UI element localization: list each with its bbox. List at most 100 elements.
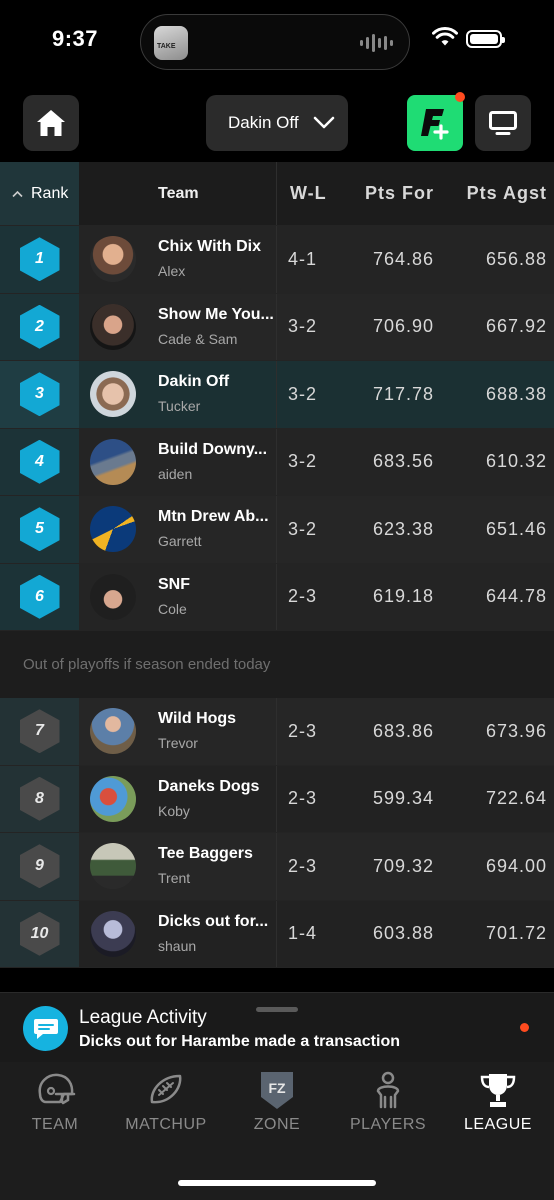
- home-icon: [37, 110, 65, 136]
- points-for: 717.78: [372, 383, 434, 404]
- avatar: [90, 371, 136, 418]
- table-row[interactable]: 7 Wild Hogs Trevor 2-3 683.86 673.96: [0, 698, 554, 766]
- column-divider: [276, 698, 277, 765]
- points-against: 651.46: [485, 518, 547, 539]
- tab-zone-label: ZONE: [253, 1116, 301, 1133]
- table-header: Rank Team W-L Pts For Pts Agst: [0, 162, 554, 226]
- tab-league[interactable]: LEAGUE: [443, 1070, 553, 1134]
- avatar: [90, 775, 136, 822]
- team-header[interactable]: Team: [158, 185, 199, 203]
- points-against: 688.38: [485, 383, 547, 404]
- tab-zone[interactable]: FZ ZONE: [222, 1070, 332, 1134]
- points-for: 709.32: [372, 855, 434, 876]
- points-against: 667.92: [485, 316, 547, 337]
- team-owner: Koby: [158, 802, 190, 819]
- avatar: [90, 506, 136, 553]
- points-for: 683.86: [372, 720, 434, 741]
- helmet-icon: [38, 1073, 76, 1105]
- battery-icon: [466, 30, 505, 48]
- win-loss: 1-4: [288, 923, 318, 944]
- chat-bubble-icon: [23, 1006, 68, 1051]
- playoff-cutoff-label: Out of playoffs if season ended today: [0, 631, 554, 698]
- home-button[interactable]: [23, 95, 79, 151]
- tab-matchup-label: MATCHUP: [125, 1116, 207, 1133]
- now-playing-thumbnail: TAKE: [154, 26, 188, 60]
- column-divider: [276, 496, 277, 563]
- unread-dot: [520, 1023, 529, 1032]
- win-loss: 2-3: [288, 855, 318, 876]
- team-owner: Trevor: [158, 735, 198, 751]
- win-loss: 3-2: [288, 316, 318, 337]
- audio-wave-icon: [360, 33, 393, 53]
- activity-title: League Activity: [79, 1007, 207, 1028]
- wl-header[interactable]: W-L: [290, 183, 327, 204]
- rank-sort-header[interactable]: Rank: [0, 162, 79, 225]
- tab-team[interactable]: TEAM: [0, 1070, 110, 1134]
- win-loss: 2-3: [288, 720, 318, 741]
- points-for: 623.38: [372, 518, 434, 539]
- points-against: 722.64: [485, 788, 547, 809]
- points-for: 764.86: [372, 248, 434, 269]
- dynamic-island[interactable]: TAKE: [140, 14, 410, 70]
- status-bar: 9:37 TAKE: [0, 0, 554, 86]
- column-divider: [276, 563, 277, 630]
- rank-badge: 2: [19, 304, 60, 349]
- chevron-down-icon: [313, 116, 334, 129]
- team-name: Dakin Off: [158, 373, 230, 390]
- points-against: 610.32: [485, 451, 547, 472]
- home-indicator[interactable]: [178, 1180, 376, 1186]
- team-name: Daneks Dogs: [158, 777, 260, 795]
- table-row[interactable]: 9 Tee Baggers Trent 2-3 709.32 694.00: [0, 833, 554, 901]
- rank-badge: 5: [19, 507, 60, 552]
- island-thumbnail-label: TAKE: [157, 43, 176, 50]
- team-name: Tee Baggers: [158, 845, 253, 862]
- points-for: 683.56: [372, 451, 434, 472]
- tab-players[interactable]: PLAYERS: [333, 1070, 443, 1134]
- rank-badge: 7: [19, 709, 60, 754]
- team-name: Show Me You...: [158, 305, 274, 323]
- team-owner: Alex: [158, 263, 186, 279]
- table-row-current-team[interactable]: 3 Dakin Off Tucker 3-2 717.78 688.38: [0, 361, 554, 429]
- tab-league-label: LEAGUE: [464, 1116, 532, 1133]
- table-row[interactable]: 4 Build Downy... aiden 3-2 683.56 610.32: [0, 428, 554, 496]
- team-owner: Cade & Sam: [158, 330, 238, 347]
- team-name: SNF: [158, 575, 190, 593]
- pts-agst-header[interactable]: Pts Agst: [467, 183, 547, 204]
- league-activity-banner[interactable]: League Activity Dicks out for Harambe ma…: [0, 992, 554, 1062]
- pts-for-header[interactable]: Pts For: [365, 183, 434, 204]
- selected-team-label: Dakin Off: [228, 113, 299, 132]
- football-icon: [150, 1074, 182, 1104]
- table-row[interactable]: 2 Show Me You... Cade & Sam 3-2 706.90 6…: [0, 293, 554, 361]
- tv-mode-button[interactable]: [475, 95, 531, 151]
- zone-badge-text: FZ: [268, 1080, 286, 1096]
- team-selector-dropdown[interactable]: Dakin Off: [206, 95, 348, 151]
- tab-matchup[interactable]: MATCHUP: [111, 1070, 221, 1134]
- table-row[interactable]: 5 Mtn Drew Ab... Garrett 3-2 623.38 651.…: [0, 496, 554, 564]
- fantasy-plus-button[interactable]: [407, 95, 463, 151]
- fantasy-plus-logo-icon: [421, 109, 449, 140]
- avatar: [90, 843, 136, 890]
- standings-table: Rank Team W-L Pts For Pts Agst 1 Chix Wi…: [0, 162, 554, 968]
- table-row[interactable]: 6 SNF Cole 2-3 619.18 644.78: [0, 563, 554, 631]
- win-loss: 4-1: [288, 248, 318, 269]
- rank-badge: 8: [19, 776, 60, 821]
- rank-badge: 10: [19, 911, 60, 956]
- team-owner: Trent: [158, 870, 191, 886]
- trophy-icon: [480, 1074, 516, 1107]
- win-loss: 3-2: [288, 518, 318, 539]
- win-loss: 3-2: [288, 451, 318, 472]
- sheet-grabber-handle[interactable]: [256, 1007, 298, 1012]
- avatar: [90, 910, 136, 957]
- column-divider: [276, 900, 277, 967]
- wifi-icon: [432, 27, 458, 46]
- table-row[interactable]: 10 Dicks out for... shaun 1-4 603.88 701…: [0, 900, 554, 968]
- points-against: 656.88: [485, 248, 547, 269]
- table-row[interactable]: 1 Chix With Dix Alex 4-1 764.86 656.88: [0, 226, 554, 294]
- column-divider: [276, 162, 277, 225]
- points-against: 701.72: [485, 923, 547, 944]
- team-owner: Cole: [158, 600, 187, 617]
- table-row[interactable]: 8 Daneks Dogs Koby 2-3 599.34 722.64: [0, 765, 554, 833]
- sort-ascending-icon: [12, 190, 23, 197]
- points-against: 694.00: [485, 855, 547, 876]
- rank-badge: 6: [19, 574, 60, 619]
